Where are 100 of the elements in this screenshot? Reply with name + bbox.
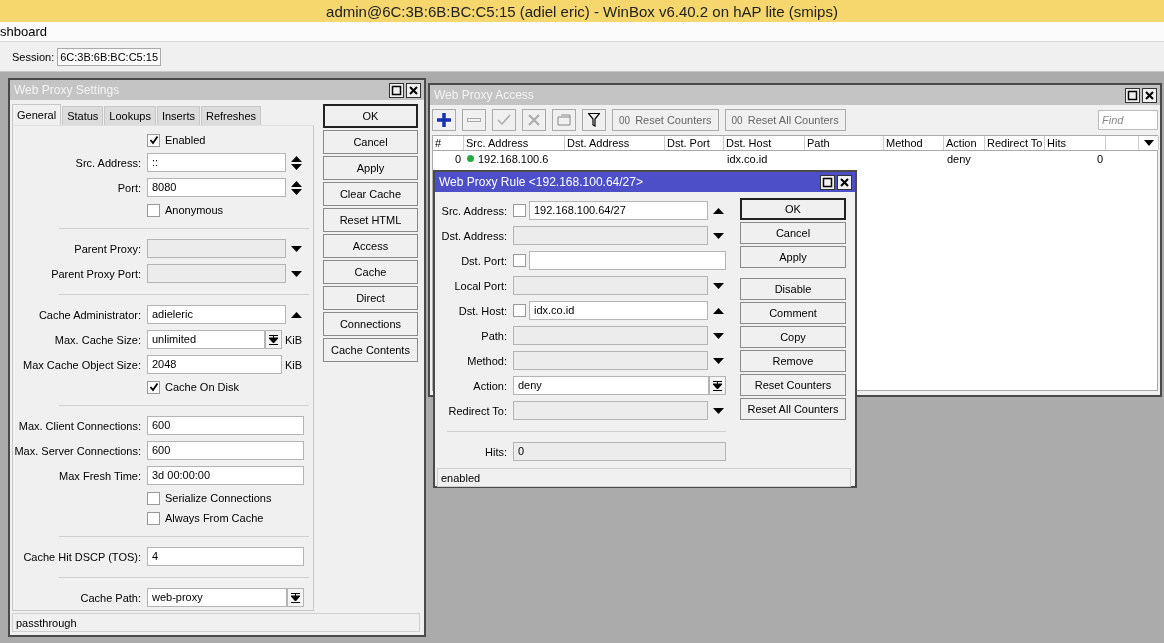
checkbox-label: Always From Cache [165,512,264,524]
checkbox[interactable] [147,511,160,525]
maximize-button[interactable] [820,174,835,190]
negate-checkbox[interactable] [513,204,526,217]
field-label: Hits: [484,445,507,458]
dropdown-button[interactable] [709,376,726,395]
checkbox[interactable] [147,133,160,147]
field-label: Dst. Host: [457,304,507,317]
app-title: admin@6C:3B:6B:BC:C5:15 (adiel eric) - WinBox v6.40.2 on hAP lite (smips) [0,0,1164,22]
negate-checkbox[interactable] [513,254,526,267]
checkbox[interactable] [147,203,160,217]
input-field[interactable]: :: [147,153,286,172]
dropdown-button[interactable] [265,330,282,349]
field-label: Max. Client Connections: [17,419,141,432]
command-button[interactable]: Reset Counters [740,374,846,396]
column-header[interactable]: Action [944,136,985,150]
column-header[interactable]: Path [805,136,884,150]
column-header[interactable]: Method [884,136,944,150]
command-button[interactable]: OK [740,198,846,220]
up-arrow-icon[interactable] [291,311,302,318]
field-label: Max. Cache Size: [53,333,141,346]
command-button[interactable]: Disable [740,278,846,300]
input-field[interactable]: adieleric [147,305,286,324]
field-label: Parent Proxy: [73,242,141,255]
checkbox[interactable] [147,380,160,394]
down-arrow-icon[interactable] [713,282,724,289]
command-button[interactable]: Connections [323,312,418,336]
command-button[interactable]: Apply [323,156,418,180]
down-arrow-icon[interactable] [291,270,302,277]
command-button[interactable]: Copy [740,326,846,348]
toolbar-button[interactable] [432,109,456,131]
command-button[interactable]: Reset HTML [323,208,418,232]
table-cell: idx.co.id [727,152,768,165]
tab[interactable]: General [12,104,62,125]
toolbar-button[interactable] [582,109,606,131]
tab[interactable]: Lookups [104,106,156,125]
command-button[interactable]: Cancel [323,130,418,154]
column-header[interactable]: Dst. Address [565,136,665,150]
input-field[interactable]: 192.168.100.64/27 [529,201,708,220]
dropdown-button[interactable] [287,588,304,607]
column-header[interactable]: Hits [1045,136,1106,150]
close-button[interactable] [1142,87,1157,103]
down-arrow-icon[interactable] [713,232,724,239]
input-field[interactable]: deny [513,376,709,395]
input-field[interactable]: idx.co.id [529,301,708,320]
field-label: Src. Address: [440,204,507,217]
table-cell: 192.168.100.6 [478,152,549,165]
tab[interactable]: Status [62,106,104,125]
up-down-arrows-icon[interactable] [291,180,302,195]
command-button[interactable]: Direct [323,286,418,310]
column-header[interactable]: Src. Address [464,136,565,150]
input-field[interactable]: web-proxy [147,588,287,607]
table-cell: 0 [1096,152,1103,165]
command-button[interactable]: Clear Cache [323,182,418,206]
column-header[interactable]: Redirect To [985,136,1045,150]
plus-icon [437,113,451,127]
close-button[interactable] [406,82,421,98]
down-arrow-icon[interactable] [713,357,724,364]
command-button[interactable]: OK [323,104,418,128]
down-arrow-icon[interactable] [713,407,724,414]
column-header[interactable]: # [433,136,464,150]
field-label: Local Port: [453,279,507,292]
input-field[interactable]: 4 [147,547,304,566]
find-field[interactable]: Find [1098,110,1158,130]
close-button[interactable] [837,174,852,190]
tab[interactable]: Refreshes [200,106,262,125]
up-down-arrows-icon[interactable] [291,155,302,170]
input-field[interactable]: 8080 [147,178,286,197]
checkbox[interactable] [147,491,160,505]
field-label: Cache Path: [79,591,141,604]
input-field[interactable]: 2048 [147,355,282,374]
tab[interactable]: Inserts [156,106,200,125]
input-field[interactable]: 3d 00:00:00 [147,466,304,485]
command-button[interactable]: Remove [740,350,846,372]
command-button[interactable]: Apply [740,246,846,268]
table-cell: 0 [454,152,461,165]
menu-item[interactable]: shboard [0,24,47,39]
x-icon [528,114,540,126]
up-arrow-icon[interactable] [713,207,724,214]
input-field[interactable]: unlimited [147,330,265,349]
down-arrow-icon[interactable] [713,332,724,339]
column-menu-icon[interactable] [1143,140,1154,146]
input-field[interactable]: 600 [147,441,304,460]
command-button[interactable]: Reset All Counters [740,398,846,420]
command-button[interactable]: Cancel [740,222,846,244]
command-button[interactable]: Access [323,234,418,258]
maximize-button[interactable] [389,82,404,98]
input-field[interactable]: 600 [147,416,304,435]
session-field[interactable]: 6C:3B:6B:BC:C5:15 [57,47,162,66]
column-header[interactable]: Dst. Port [665,136,724,150]
command-button[interactable]: Comment [740,302,846,324]
negate-checkbox[interactable] [513,304,526,317]
command-button[interactable]: Cache [323,260,418,284]
command-button[interactable]: Cache Contents [323,338,418,362]
column-header[interactable]: Dst. Host [724,136,805,150]
up-arrow-icon[interactable] [713,307,724,314]
field-label: Action: [472,379,507,392]
input-field[interactable] [529,251,726,270]
maximize-button[interactable] [1125,87,1140,103]
down-arrow-icon[interactable] [291,245,302,252]
